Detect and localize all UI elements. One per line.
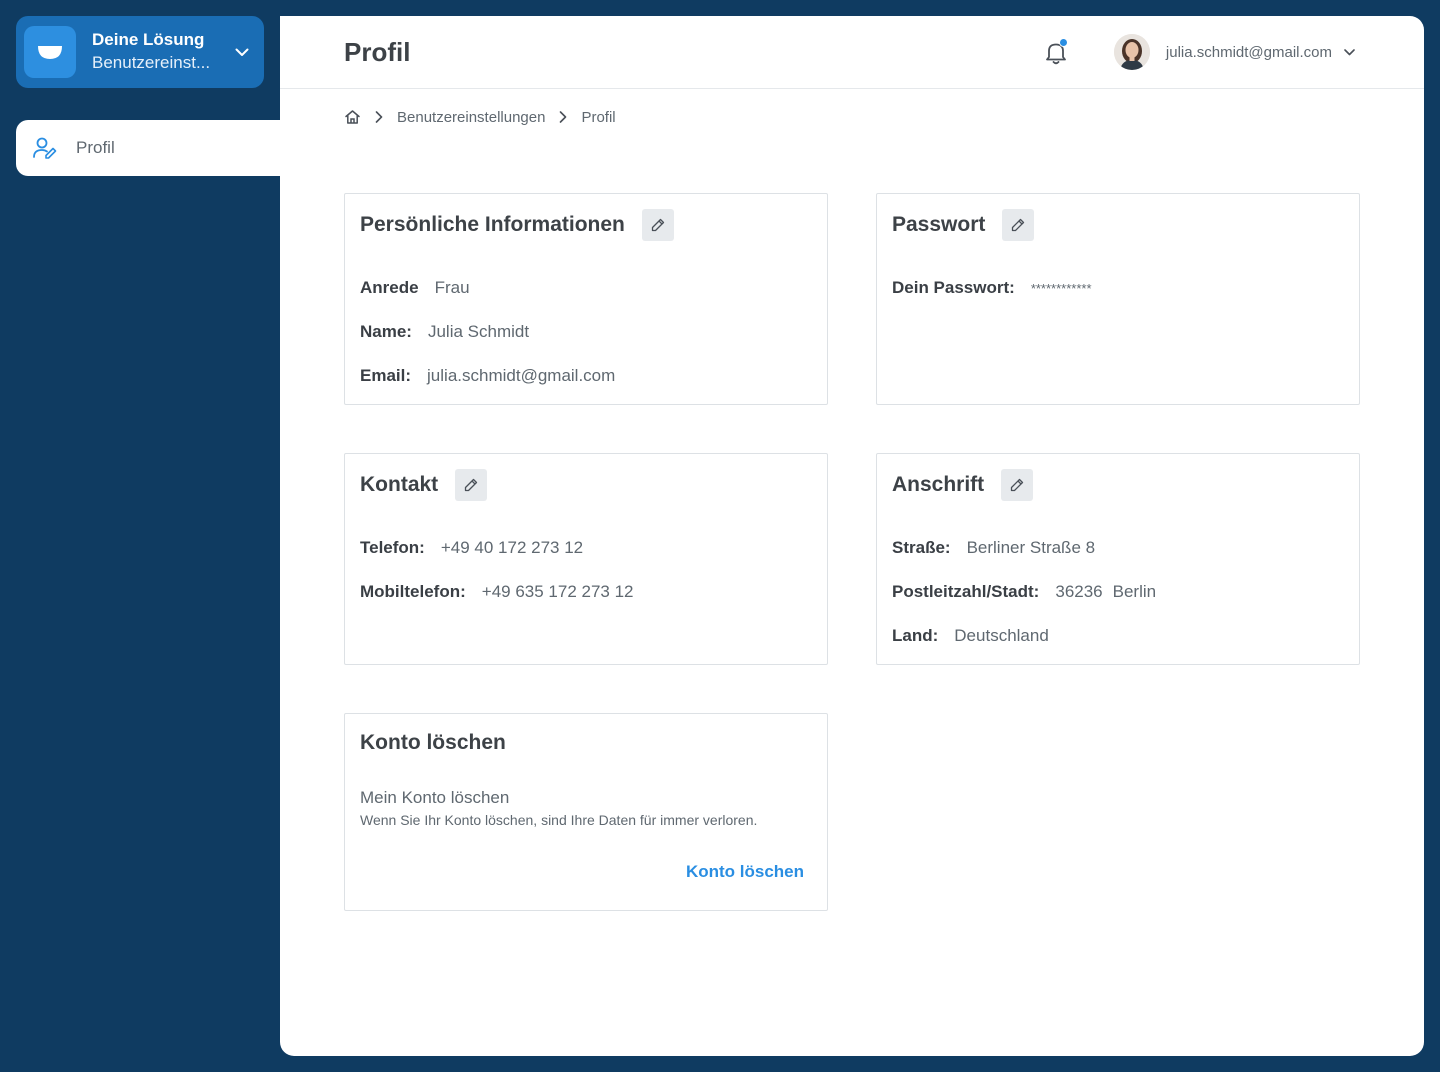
edit-address-button[interactable] xyxy=(1001,469,1034,501)
mobile-label: Mobiltelefon: xyxy=(360,582,466,601)
solution-switcher[interactable]: Deine Lösung Benutzereinst... xyxy=(16,16,264,88)
zip-city-label: Postleitzahl/Stadt: xyxy=(892,582,1040,601)
breadcrumb-item-settings[interactable]: Benutzereinstellungen xyxy=(397,109,545,126)
pencil-icon xyxy=(651,218,665,232)
page-title: Profil xyxy=(344,36,411,67)
street-label: Straße: xyxy=(892,538,951,557)
card-title: Passwort xyxy=(892,213,986,236)
password-value: ************ xyxy=(1030,281,1092,296)
pencil-icon xyxy=(1011,478,1024,492)
country-label: Land: xyxy=(892,626,939,645)
delete-description: Wenn Sie Ihr Konto löschen, sind Ihre Da… xyxy=(360,812,758,828)
street-value: Berliner Straße 8 xyxy=(966,538,1096,557)
brand-title: Deine Lösung xyxy=(92,30,205,49)
page-header: Profil julia.schmidt@gmail.com xyxy=(280,16,1424,89)
card-header: Kontakt xyxy=(360,469,827,501)
brand-text: Deine Lösung Benutzereinst... xyxy=(92,29,230,75)
card-header: Anschrift xyxy=(892,469,1359,501)
edit-personal-info-button[interactable] xyxy=(641,209,674,241)
phone-row: Telefon: +49 40 172 273 12 xyxy=(360,538,583,558)
card-header: Persönliche Informationen xyxy=(360,209,827,241)
country-value: Deutschland xyxy=(954,626,1049,645)
delete-account-card: Konto löschen Mein Konto löschen Wenn Si… xyxy=(344,713,828,911)
delete-subtitle: Mein Konto löschen xyxy=(360,788,510,807)
card-title: Anschrift xyxy=(892,473,985,496)
password-row: Dein Passwort: ************ xyxy=(892,278,1092,298)
app: Deine Lösung Benutzereinst... Profil jul… xyxy=(0,0,1440,1072)
name-row: Name: Julia Schmidt xyxy=(360,322,529,342)
chevron-down-icon[interactable] xyxy=(1344,44,1360,60)
pencil-icon xyxy=(465,478,478,492)
chevron-right-icon xyxy=(559,111,567,123)
pencil-icon xyxy=(1012,218,1025,232)
email-row: Email: julia.schmidt@gmail.com xyxy=(360,366,615,386)
delete-account-button[interactable]: Konto löschen xyxy=(686,862,804,882)
phone-label: Telefon: xyxy=(360,538,425,557)
password-card: Passwort Dein Passwort: ************ xyxy=(876,193,1360,405)
contact-card: Kontakt Telefon: +49 40 172 273 12 Mobil… xyxy=(344,453,828,665)
notifications-button[interactable] xyxy=(1042,38,1070,66)
edit-contact-button[interactable] xyxy=(455,469,488,501)
phone-value: +49 40 172 273 12 xyxy=(440,538,584,557)
salutation-label: Anrede xyxy=(360,278,419,297)
mobile-value: +49 635 172 273 12 xyxy=(481,582,634,601)
card-header: Passwort xyxy=(892,209,1359,241)
user-edit-icon xyxy=(32,136,58,160)
breadcrumb: Benutzereinstellungen Profil xyxy=(280,89,1424,145)
notification-dot xyxy=(1058,38,1068,47)
email-label: Email: xyxy=(360,366,412,385)
card-title: Kontakt xyxy=(360,473,439,496)
zip-city-row: Postleitzahl/Stadt: 36236 Berlin xyxy=(892,582,1156,602)
email-value: julia.schmidt@gmail.com xyxy=(427,366,616,385)
zip-value: 36236 xyxy=(1055,582,1103,601)
password-label: Dein Passwort: xyxy=(892,278,1015,297)
breadcrumb-item-profile[interactable]: Profil xyxy=(581,109,615,126)
name-label: Name: xyxy=(360,322,412,341)
country-row: Land: Deutschland xyxy=(892,626,1049,646)
card-title: Konto löschen xyxy=(360,731,506,754)
card-header: Konto löschen xyxy=(360,727,827,759)
salutation-value: Frau xyxy=(434,278,470,297)
avatar[interactable] xyxy=(1113,34,1150,70)
sidebar-item-profile[interactable]: Profil xyxy=(16,120,280,176)
home-icon[interactable] xyxy=(344,109,361,125)
header-actions: julia.schmidt@gmail.com xyxy=(1042,34,1360,70)
street-row: Straße: Berliner Straße 8 xyxy=(892,538,1095,558)
mobile-row: Mobiltelefon: +49 635 172 273 12 xyxy=(360,582,634,602)
personal-info-card: Persönliche Informationen Anrede Frau Na… xyxy=(344,193,828,405)
city-value: Berlin xyxy=(1112,582,1157,601)
address-card: Anschrift Straße: Berliner Straße 8 Post… xyxy=(876,453,1360,665)
main-panel: Profil julia.schmidt@gmail.com Benutzere… xyxy=(280,16,1424,1056)
brand-logo-icon xyxy=(24,26,76,78)
edit-password-button[interactable] xyxy=(1002,209,1035,241)
user-email[interactable]: julia.schmidt@gmail.com xyxy=(1166,44,1332,61)
brand-subtitle: Benutzereinst... xyxy=(92,53,211,72)
chevron-right-icon xyxy=(375,111,383,123)
sidebar-item-label: Profil xyxy=(76,138,115,157)
salutation-row: Anrede Frau xyxy=(360,278,470,298)
chevron-down-icon xyxy=(230,40,254,64)
card-title: Persönliche Informationen xyxy=(360,213,625,236)
name-value: Julia Schmidt xyxy=(427,322,530,341)
delete-info: Mein Konto löschen Wenn Sie Ihr Konto lö… xyxy=(360,788,757,828)
